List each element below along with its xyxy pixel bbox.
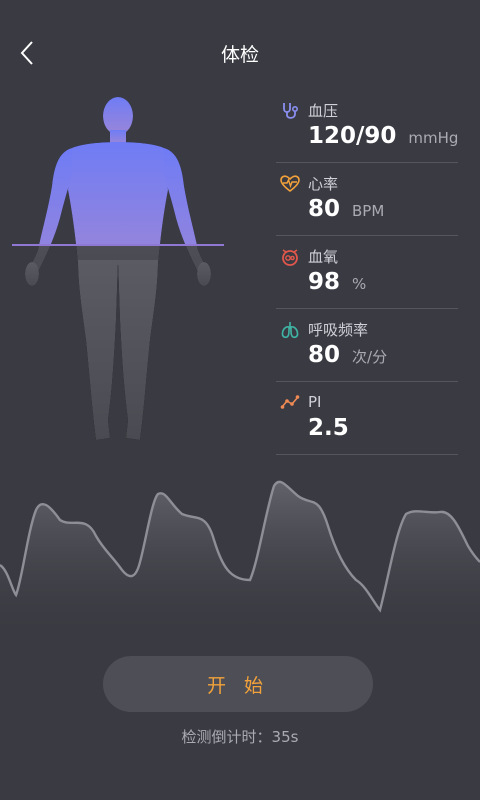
metric-value: 120/90 <box>308 123 397 149</box>
page-title: 体检 <box>220 44 259 66</box>
metric-blood-pressure: 血压 120/90 mmHg <box>276 90 458 163</box>
stethoscope-icon <box>283 102 299 119</box>
header: 体检 <box>0 0 480 100</box>
metric-pi: PI 2.5 <box>276 382 458 455</box>
body-figure <box>25 97 211 440</box>
pi-chart-icon <box>280 395 300 409</box>
metric-label: PI <box>308 393 322 411</box>
metric-heart-rate: 心率 80 BPM <box>276 163 458 236</box>
metric-unit: BPM <box>352 202 385 220</box>
metric-label: 血压 <box>308 102 339 120</box>
scan-line <box>12 244 224 246</box>
lungs-icon <box>281 321 299 338</box>
metrics-list: 血压 120/90 mmHg 心率 80 BPM 血氧 98 % 呼吸频率 80… <box>276 90 458 455</box>
pulse-waveform <box>0 480 480 630</box>
metric-value: 80 <box>308 342 341 368</box>
metric-value: 98 <box>308 269 341 295</box>
metric-blood-oxygen: 血氧 98 % <box>276 236 458 309</box>
start-button[interactable]: 开 始 <box>103 656 373 712</box>
metric-label: 心率 <box>308 175 339 193</box>
metric-value: 80 <box>308 196 341 222</box>
metric-label: 血氧 <box>308 248 339 266</box>
heart-rate-icon <box>280 174 300 192</box>
metric-label: 呼吸频率 <box>308 321 369 339</box>
metric-unit: % <box>352 275 367 293</box>
start-button-label: 开 始 <box>206 674 270 697</box>
metric-unit: 次/分 <box>352 348 388 366</box>
metric-respiratory-rate: 呼吸频率 80 次/分 <box>276 309 458 382</box>
countdown-text: 检测倒计时：35s <box>181 728 299 746</box>
blood-oxygen-icon <box>282 248 298 266</box>
metric-unit: mmHg <box>408 129 459 147</box>
metric-value: 2.5 <box>308 415 349 441</box>
